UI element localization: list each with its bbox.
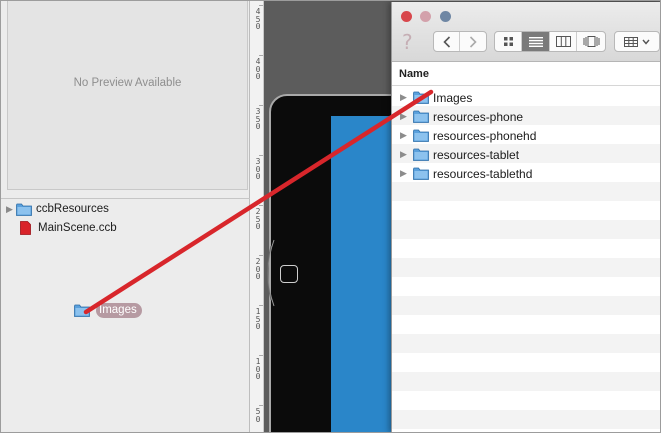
folder-icon [413,91,429,104]
disclosure-triangle-icon[interactable]: ▶ [400,92,413,103]
finder-row-label: Images [433,90,473,105]
finder-row-resources-tablet[interactable]: ▶ resources-tablet [400,145,519,164]
finder-row-resources-phonehd[interactable]: ▶ resources-phonehd [400,126,536,145]
folder-icon [16,203,32,216]
tree-item-label: MainScene.ccb [38,222,117,234]
help-icon[interactable]: ? [402,30,413,54]
ccb-file-icon [20,221,31,235]
ruler-mark: 250 [255,207,261,231]
tree-item-ccbresources[interactable]: ▶ ccbResources [6,200,109,218]
tree-item-label: ccbResources [36,203,109,215]
resources-pane: No Preview Available ▶ ccbResources Main… [0,0,250,433]
icon-view-button[interactable] [495,32,522,51]
chevron-right-icon [469,35,477,48]
folder-icon [413,110,429,123]
ruler-mark: 450 [255,7,261,31]
dragged-folder[interactable]: Images [74,303,142,318]
folder-icon [413,167,429,180]
pane-divider[interactable] [0,198,250,199]
scene-viewport[interactable] [331,116,391,433]
forward-button[interactable] [460,32,486,51]
finder-row-label: resources-phone [433,109,524,124]
icon-view-icon [503,37,513,46]
tree-item-mainscene[interactable]: MainScene.ccb [6,219,117,237]
ruler-mark: 100 [255,357,261,381]
column-view-icon [555,36,571,47]
navigation-buttons [433,31,487,52]
finder-window: ? Name ▶ Images ▶ resources-phone ▶ reso… [391,2,661,433]
ruler-mark: 150 [255,307,261,331]
chevron-left-icon [442,35,450,48]
disclosure-triangle-icon[interactable]: ▶ [400,149,413,160]
name-column-header[interactable]: Name [392,62,661,86]
disclosure-triangle-icon[interactable]: ▶ [400,130,413,141]
finder-row-resources-tablethd[interactable]: ▶ resources-tablethd [400,164,532,183]
cover-flow-icon [583,36,599,47]
chevron-down-icon [642,39,650,45]
finder-row-resources-phone[interactable]: ▶ resources-phone [400,107,523,126]
ruler-mark: 400 [255,57,261,81]
vertical-ruler: 450 400 350 300 250 200 150 100 50 [250,0,264,433]
column-view-button[interactable] [550,32,577,51]
list-view-icon [528,36,543,47]
finder-row-label: resources-tablethd [433,166,533,181]
ruler-mark: 50 [255,407,261,424]
disclosure-triangle-icon[interactable]: ▶ [400,168,413,179]
finder-row-label: resources-phonehd [433,128,537,143]
dragged-folder-label: Images [96,303,142,318]
home-button-icon [280,265,298,283]
disclosure-triangle-icon[interactable]: ▶ [6,204,16,215]
arrange-grid-icon [624,36,638,47]
preview-area: No Preview Available [7,0,248,190]
arrange-menu-button[interactable] [614,31,660,52]
finder-toolbar: ? [392,2,661,62]
cover-flow-button[interactable] [577,32,605,51]
folder-icon [74,304,90,317]
back-button[interactable] [434,32,460,51]
list-view-button[interactable] [522,32,550,51]
folder-icon [413,148,429,161]
close-window-button[interactable] [401,11,412,22]
device-edge-highlight [267,239,275,307]
finder-row-images[interactable]: ▶ Images [400,88,472,107]
ruler-mark: 350 [255,107,261,131]
disclosure-triangle-icon[interactable]: ▶ [400,111,413,122]
ruler-mark: 300 [255,157,261,181]
minimize-window-button[interactable] [420,11,431,22]
view-mode-buttons [494,31,606,52]
column-header-label: Name [399,68,429,80]
finder-row-label: resources-tablet [433,147,520,162]
zoom-window-button[interactable] [440,11,451,22]
arrange-button[interactable] [615,32,659,51]
no-preview-label: No Preview Available [73,77,182,89]
folder-icon [413,129,429,142]
